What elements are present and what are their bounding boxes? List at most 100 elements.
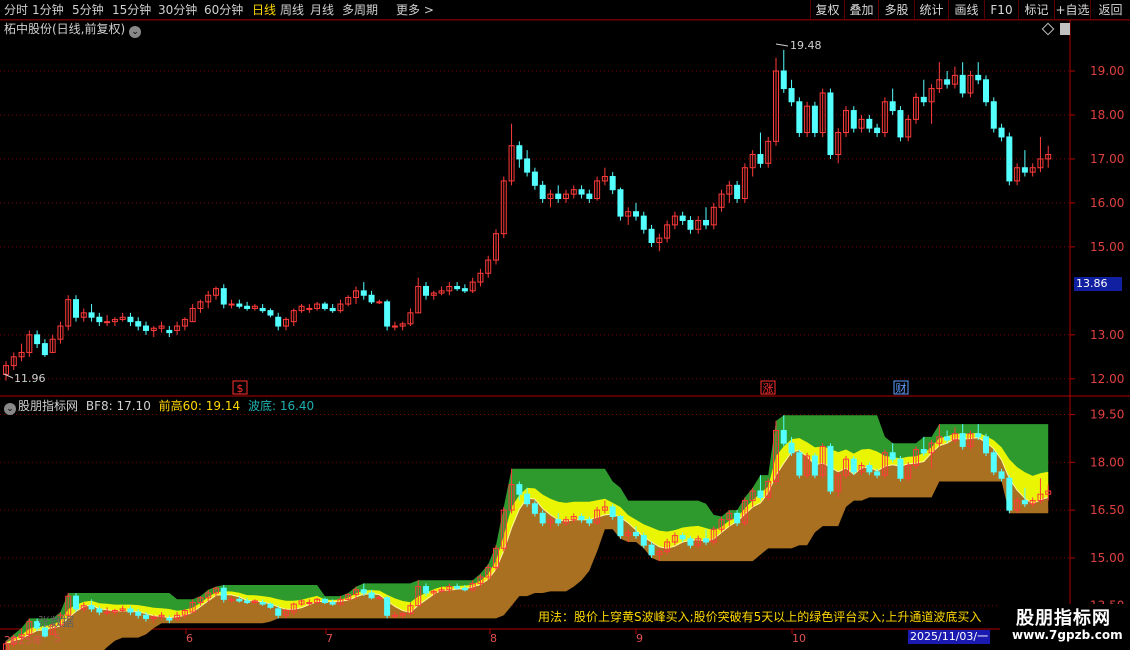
period-tab-5[interactable]: 60分钟	[204, 2, 243, 18]
low-price-label: 11.96	[14, 372, 46, 385]
price-candle	[811, 105, 818, 134]
price-candle	[236, 303, 243, 307]
price-candle	[703, 219, 709, 226]
price-candle	[454, 285, 461, 290]
price-candle	[220, 288, 227, 305]
chevron-down-icon[interactable]: ⌄	[4, 403, 16, 415]
price-candle	[321, 303, 328, 309]
price-candle	[920, 96, 927, 103]
indicator-axis-label: 19.50	[1090, 408, 1124, 422]
period-tab-8[interactable]: 月线	[310, 2, 334, 18]
price-candle	[259, 307, 266, 312]
toolbar-button-4[interactable]: 画线	[948, 0, 984, 20]
indicator-axis-label: 15.00	[1090, 551, 1124, 565]
indicator-candle	[827, 445, 834, 492]
month-label-4: 9	[636, 632, 643, 645]
price-candle	[609, 176, 616, 191]
price-candle	[827, 92, 834, 156]
indicator-candle	[959, 433, 966, 447]
stock-title: 柘中股份(日线,前复权)	[4, 22, 126, 36]
indicator-candle	[617, 516, 624, 537]
indicator-candle	[633, 531, 639, 537]
period-tab-9[interactable]: 多周期	[342, 2, 378, 18]
price-candle	[135, 321, 142, 327]
toolbar-button-0[interactable]: 复权	[810, 0, 844, 20]
period-tab-4[interactable]: 30分钟	[158, 2, 197, 18]
indicator-candle	[454, 586, 461, 589]
price-candle	[143, 325, 149, 331]
period-tab-6[interactable]: 日线	[252, 2, 276, 18]
price-candle	[1006, 136, 1013, 182]
toolbar-button-7[interactable]: +自选	[1054, 0, 1090, 20]
period-tab-7[interactable]: 周线	[280, 2, 304, 18]
price-candle	[275, 316, 282, 327]
indicator-candle	[897, 458, 904, 479]
price-candle	[648, 228, 655, 243]
indicator-candle	[516, 484, 523, 495]
indicator-candle	[975, 433, 982, 438]
month-label-2: 7	[326, 632, 333, 645]
month-label-0: 5	[54, 632, 61, 645]
price-candle	[874, 127, 881, 134]
indicator-name[interactable]: 股朋指标网	[18, 399, 78, 413]
indicator-candle	[734, 512, 741, 524]
price-candle	[391, 325, 398, 328]
price-candle	[617, 189, 624, 217]
price-candle	[267, 310, 274, 316]
indicator-candle	[166, 617, 173, 621]
brand-logo: 股朋指标网 www.7gpzb.com	[1000, 604, 1130, 650]
indicator-candle	[788, 442, 795, 454]
price-candle	[679, 215, 686, 221]
price-axis-label: 12.00	[1090, 372, 1124, 386]
price-axis-label: 17.00	[1090, 152, 1124, 166]
toolbar-button-1[interactable]: 叠加	[844, 0, 878, 20]
price-candle	[329, 307, 336, 312]
indicator-candle	[321, 598, 328, 604]
period-tab-10[interactable]: 更多 >	[396, 2, 434, 18]
indicator-candle	[360, 589, 367, 594]
indicator-candle	[461, 587, 468, 591]
indicator-candle	[306, 602, 313, 605]
indicator-candle	[236, 598, 243, 602]
price-candle	[990, 101, 997, 129]
indicator-axis-label: 18.00	[1090, 455, 1124, 469]
indicator-candle	[874, 471, 881, 476]
indicator-candle	[143, 614, 149, 619]
price-candle	[166, 329, 173, 334]
price-candle	[866, 118, 873, 129]
indicator-candle	[850, 458, 857, 473]
period-tab-0[interactable]: 分时	[4, 2, 28, 18]
toolbar-button-8[interactable]: 返回	[1090, 0, 1130, 20]
indicator-candle	[275, 608, 282, 616]
usage-note: 用法：股价上穿黄S波峰买入;股价突破有5天以上的绿色评台买入;上升通道波底买入	[538, 610, 982, 624]
price-axis-label: 16.00	[1090, 196, 1124, 210]
indicator-candle	[609, 506, 616, 518]
price-candle	[1021, 167, 1028, 173]
price-candle	[516, 145, 523, 160]
period-tab-3[interactable]: 15分钟	[112, 2, 151, 18]
period-tab-1[interactable]: 1分钟	[32, 2, 64, 18]
indicator-candle	[1021, 500, 1028, 505]
main-chart-title[interactable]: 柘中股份(日线,前复权) ⌄	[4, 21, 142, 38]
indicator-candle	[920, 449, 927, 454]
toolbar-button-2[interactable]: 多股	[878, 0, 914, 20]
indicator-candle	[384, 597, 391, 616]
toolbar-button-6[interactable]: 标记	[1018, 0, 1054, 20]
price-candle	[850, 110, 857, 129]
price-candle	[586, 193, 593, 200]
price-candle	[796, 101, 803, 134]
period-tab-2[interactable]: 5分钟	[72, 2, 104, 18]
toolbar: 分时 1分钟 5分钟 15分钟 30分钟 60分钟 日线 周线 月线 多周期 更多 > 复权 叠加 多股统…	[0, 0, 1130, 20]
bottom-value: 波底: 16.40	[247, 399, 315, 413]
kline-chart[interactable]: 19.00 18.00 17.00 16.00 15.00 13.00 12.00 19.50…	[0, 0, 1130, 650]
price-candle	[41, 343, 48, 356]
price-candle	[983, 79, 989, 103]
chevron-down-icon[interactable]: ⌄	[129, 26, 142, 38]
brand-name: 股朋指标网	[1016, 608, 1111, 629]
toolbar-button-5[interactable]: F10	[984, 0, 1018, 20]
event-marker-2: 财	[896, 381, 907, 395]
indicator-candle	[88, 605, 95, 610]
toolbar-button-3[interactable]: 统计	[914, 0, 948, 20]
indicator-candle	[687, 538, 694, 546]
indicator-candle	[640, 535, 647, 546]
